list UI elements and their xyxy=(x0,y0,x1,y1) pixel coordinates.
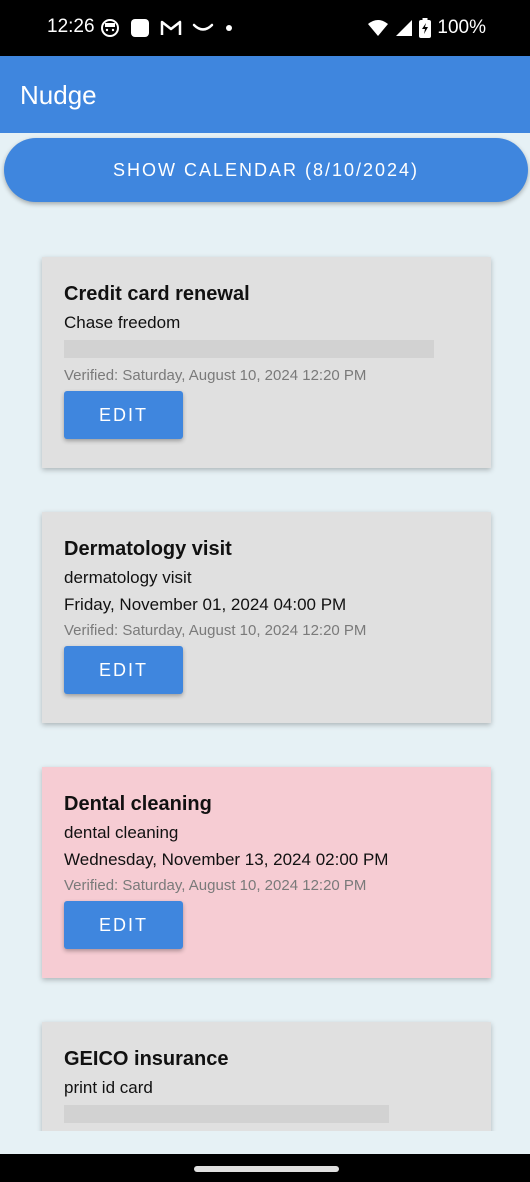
edit-button[interactable]: EDIT xyxy=(64,901,183,949)
wifi-icon xyxy=(368,20,389,36)
battery-percent: 100% xyxy=(437,17,486,38)
card-date: Wednesday, November 13, 2024 02:00 PM xyxy=(64,850,389,869)
reminder-list[interactable]: Credit card renewal Chase freedom Verifi… xyxy=(0,210,530,1131)
status-bar: 12:26 100% xyxy=(0,0,530,56)
card-date: Friday, November 01, 2024 04:00 PM xyxy=(64,595,347,614)
signal-icon xyxy=(396,20,413,36)
edit-button[interactable]: EDIT xyxy=(64,391,183,439)
card-subtitle: Chase freedom xyxy=(64,313,181,332)
app-title: Nudge xyxy=(20,80,97,110)
redacted-text xyxy=(64,340,434,358)
card-verified: Verified: Saturday, August 10, 2024 12:2… xyxy=(64,622,367,639)
show-calendar-button[interactable]: SHOW CALENDAR (8/10/2024) xyxy=(4,138,528,202)
smile-icon xyxy=(192,23,214,31)
battery-icon xyxy=(419,18,432,38)
redacted-text xyxy=(64,1105,389,1123)
reminder-card-highlighted: Dental cleaning dental cleaning Wednesda… xyxy=(42,767,491,978)
reminder-card: GEICO insurance print id card xyxy=(42,1022,491,1131)
gmail-icon xyxy=(160,20,182,35)
status-right: 100% xyxy=(367,14,486,42)
face-icon xyxy=(101,19,119,37)
card-title: Dermatology visit xyxy=(64,538,232,560)
reminder-card: Dermatology visit dermatology visit Frid… xyxy=(42,512,491,723)
square-icon xyxy=(131,19,149,37)
edit-button[interactable]: EDIT xyxy=(64,646,183,694)
card-subtitle: dermatology visit xyxy=(64,568,192,587)
status-time: 12:26 xyxy=(47,16,95,37)
app-bar: Nudge xyxy=(0,56,530,133)
reminder-card: Credit card renewal Chase freedom Verifi… xyxy=(42,257,491,468)
card-title: Credit card renewal xyxy=(64,283,250,305)
home-gesture-handle[interactable] xyxy=(194,1166,339,1172)
card-verified: Verified: Saturday, August 10, 2024 12:2… xyxy=(64,877,367,894)
card-title: GEICO insurance xyxy=(64,1048,229,1070)
card-title: Dental cleaning xyxy=(64,793,212,815)
card-subtitle: print id card xyxy=(64,1078,153,1097)
navigation-bar xyxy=(0,1154,530,1182)
dot-icon xyxy=(226,25,232,31)
card-verified: Verified: Saturday, August 10, 2024 12:2… xyxy=(64,367,367,384)
card-subtitle: dental cleaning xyxy=(64,823,179,842)
notification-icons xyxy=(100,14,234,42)
